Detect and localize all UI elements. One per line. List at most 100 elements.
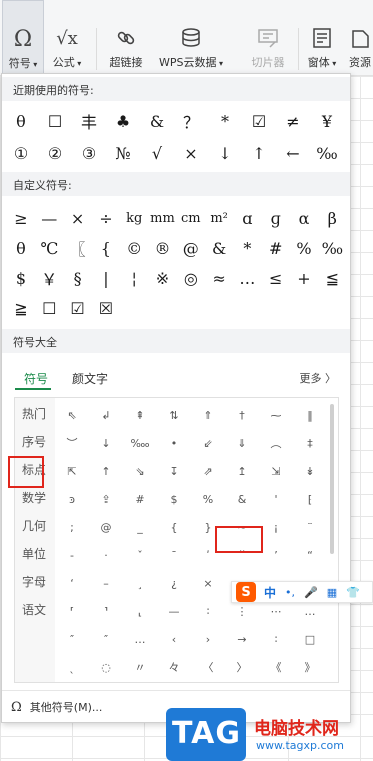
category-1[interactable]: 序号 (22, 433, 46, 450)
symbol-cell[interactable]: › (193, 627, 223, 651)
symbol-cell[interactable]: 〃 (125, 655, 155, 679)
recent-symbol[interactable]: ¥ (313, 107, 341, 135)
symbol-cell[interactable]: ˉ (159, 543, 189, 567)
custom-symbol[interactable]: ÷ (92, 204, 120, 232)
custom-symbol[interactable]: ≦ (318, 264, 346, 292)
symbol-cell[interactable]: ⇗ (193, 459, 223, 483)
recent-symbol[interactable]: ？ (177, 107, 205, 135)
category-0[interactable]: 热门 (22, 405, 46, 422)
keyboard-icon[interactable]: ▦ (327, 586, 337, 599)
custom-symbol[interactable]: ℃ (35, 234, 63, 262)
custom-symbol[interactable]: & (205, 234, 233, 262)
microphone-icon[interactable]: 🎤 (304, 586, 318, 599)
symbol-cell[interactable]: ⇪ (91, 487, 121, 511)
custom-symbol[interactable]: ≈ (205, 264, 233, 292)
category-6[interactable]: 字母 (22, 573, 46, 590)
symbol-cell[interactable]: ⁓ (261, 403, 291, 427)
symbol-cell[interactable]: † (227, 403, 257, 427)
custom-symbol[interactable]: × (64, 204, 92, 232)
symbol-cell[interactable]: ⸤ (125, 599, 155, 623)
custom-symbol[interactable]: θ (7, 234, 35, 262)
symbol-cell[interactable]: ″ (91, 627, 121, 651)
symbol-cell[interactable]: 々 (159, 655, 189, 679)
custom-symbol[interactable]: cm (177, 204, 205, 232)
custom-symbol[interactable]: ≥ (7, 204, 35, 232)
custom-symbol[interactable]: § (64, 264, 92, 292)
symbol-cell[interactable]: ⇞ (125, 403, 155, 427)
symbol-cell[interactable]: ↧ (159, 459, 189, 483)
custom-symbol[interactable]: β (318, 204, 346, 232)
custom-symbol[interactable]: ※ (149, 264, 177, 292)
symbol-cell[interactable]: ⇙ (193, 431, 223, 455)
symbol-cell[interactable]: × (193, 571, 223, 595)
other-symbols-button[interactable]: Ω 其他符号(M)... (11, 699, 102, 715)
custom-symbol[interactable]: © (120, 234, 148, 262)
tab-symbols[interactable]: 符号 (24, 370, 48, 387)
symbol-button[interactable]: Ω 符号 ▾ (2, 0, 44, 76)
custom-symbol[interactable]: mm (149, 204, 177, 232)
category-3[interactable]: 数学 (22, 489, 46, 506)
symbol-cell[interactable]: … (125, 627, 155, 651)
symbol-cell[interactable]: $ (159, 487, 189, 511)
symbol-cell[interactable]: ⁅ (295, 487, 325, 511)
custom-symbol[interactable]: α (290, 204, 318, 232)
recent-symbol[interactable]: √ (143, 139, 171, 167)
recent-symbol[interactable]: ☐ (41, 107, 69, 135)
symbol-cell[interactable]: % (193, 487, 223, 511)
symbol-cell[interactable]: ⸢ (57, 599, 87, 623)
custom-symbol[interactable]: ☑ (64, 294, 92, 322)
symbol-cell[interactable]: ⇖ (57, 403, 87, 427)
custom-symbol[interactable]: … (233, 264, 261, 292)
symbol-cell[interactable]: • (159, 431, 189, 455)
symbol-cell[interactable]: ¨ (295, 515, 325, 539)
symbol-cell[interactable]: ︶ (57, 431, 87, 455)
recent-symbol[interactable]: № (109, 139, 137, 167)
symbol-cell[interactable]: – (91, 571, 121, 595)
custom-symbol[interactable]: + (290, 264, 318, 292)
symbol-cell[interactable]: ‹ (159, 627, 189, 651)
symbol-cell[interactable]: — (159, 599, 189, 623)
custom-symbol[interactable]: ɡ (262, 204, 290, 232)
symbol-cell[interactable]: ' (261, 487, 291, 511)
recent-symbol[interactable]: ① (7, 139, 35, 167)
symbol-cell[interactable]: { (159, 515, 189, 539)
custom-symbol[interactable]: $ (7, 264, 35, 292)
custom-symbol[interactable]: m² (205, 204, 233, 232)
symbol-cell[interactable]: _ (125, 515, 155, 539)
category-4[interactable]: 几何 (22, 517, 46, 534)
recent-symbol[interactable]: × (177, 139, 205, 167)
formula-button[interactable]: √x 公式 ▾ (46, 0, 88, 76)
symbol-cell[interactable]: ; (57, 515, 87, 539)
category-7[interactable]: 语文 (22, 601, 46, 618)
custom-symbol[interactable]: ☒ (92, 294, 120, 322)
symbol-cell[interactable]: ⇑ (193, 403, 223, 427)
custom-symbol[interactable]: % (290, 234, 318, 262)
category-5[interactable]: 单位 (22, 545, 46, 562)
recent-symbol[interactable]: ☑ (245, 107, 273, 135)
symbol-cell[interactable]: “ (295, 543, 325, 567)
sogou-logo-icon[interactable]: S (236, 582, 256, 602)
symbol-cell[interactable]: 〈 (193, 655, 223, 679)
recent-symbol[interactable]: θ (7, 107, 35, 135)
custom-symbol[interactable]: { (92, 234, 120, 262)
custom-symbol[interactable]: # (262, 234, 290, 262)
recent-symbol[interactable]: ♣ (109, 107, 137, 135)
resource-button[interactable]: 资源 (345, 0, 373, 76)
symbol-cell[interactable]: ↥ (227, 459, 257, 483)
custom-symbol[interactable]: ‰ (318, 234, 346, 262)
symbol-cell[interactable]: ↑ (91, 459, 121, 483)
symbol-cell[interactable]: 《 (261, 655, 291, 679)
recent-symbol[interactable]: ↑ (245, 139, 273, 167)
symbol-cell[interactable]: ͽ (57, 487, 87, 511)
recent-symbol[interactable]: ↓ (211, 139, 239, 167)
symbol-cell[interactable]: ˎ (57, 655, 87, 679)
custom-symbol[interactable]: kg (120, 204, 148, 232)
custom-symbol[interactable]: | (92, 264, 120, 292)
symbol-cell[interactable]: → (227, 627, 257, 651)
symbol-cell[interactable]: □ (295, 627, 325, 651)
scrollbar[interactable] (330, 404, 334, 554)
custom-symbol[interactable]: ® (149, 234, 177, 262)
custom-symbol[interactable]: ¦ (120, 264, 148, 292)
slicer-button[interactable]: 切片器 (244, 0, 292, 76)
symbol-cell[interactable]: ⇘ (125, 459, 155, 483)
